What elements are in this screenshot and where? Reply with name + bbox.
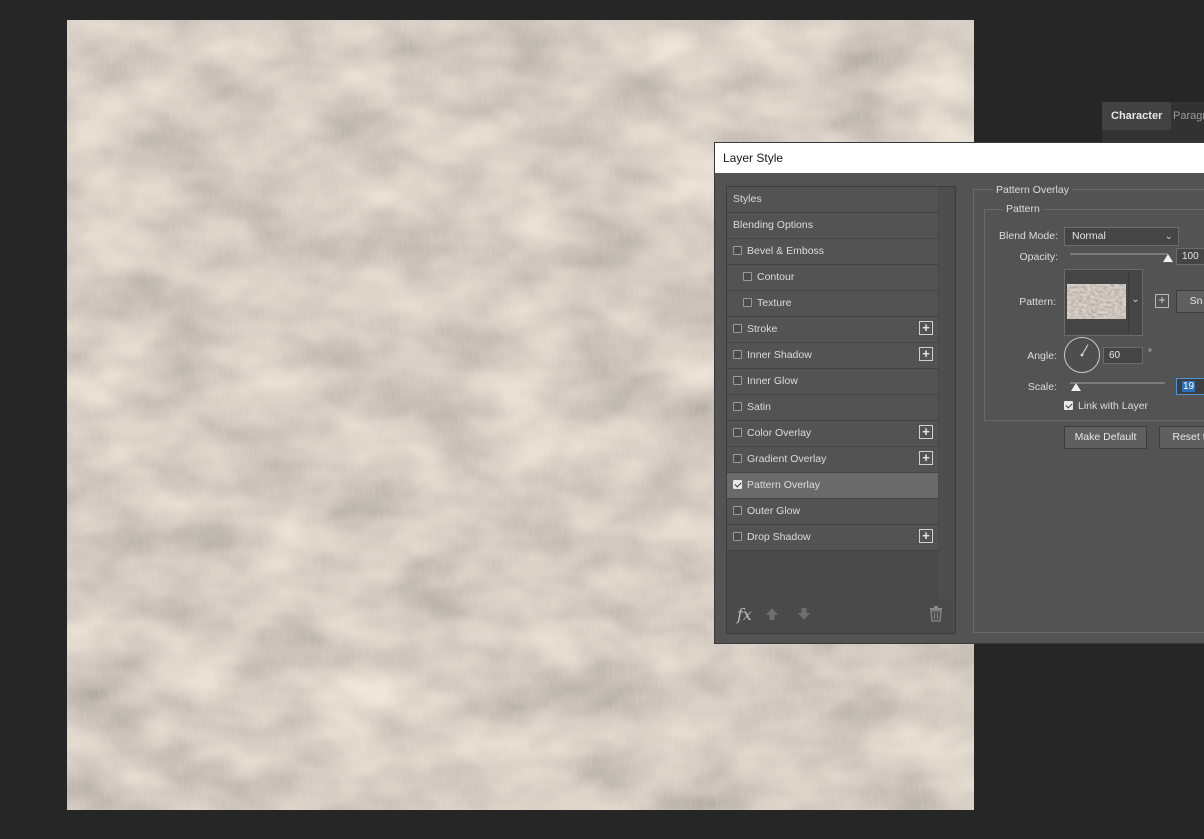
- style-checkbox[interactable]: [733, 402, 742, 411]
- style-item-color-overlay[interactable]: Color Overlay +: [727, 421, 938, 447]
- style-checkbox[interactable]: [733, 376, 742, 385]
- scale-slider-track[interactable]: [1070, 382, 1165, 384]
- style-checkbox[interactable]: [733, 454, 742, 463]
- pattern-label: Pattern:: [1019, 296, 1056, 308]
- style-item-label: Contour: [757, 271, 795, 283]
- scale-value: 19: [1182, 381, 1196, 392]
- add-effect-plus-icon[interactable]: +: [919, 347, 933, 361]
- move-up-icon[interactable]: [765, 607, 779, 621]
- angle-dial[interactable]: [1064, 337, 1100, 373]
- style-item-gradient-overlay[interactable]: Gradient Overlay +: [727, 447, 938, 473]
- pattern-dropdown-chevron-icon[interactable]: ⌄: [1128, 270, 1142, 333]
- style-checkbox[interactable]: [733, 428, 742, 437]
- add-effect-plus-icon[interactable]: +: [919, 529, 933, 543]
- add-effect-plus-icon[interactable]: +: [919, 425, 933, 439]
- style-item-texture[interactable]: Texture: [727, 291, 938, 317]
- style-item-bevel-emboss[interactable]: Bevel & Emboss: [727, 239, 938, 265]
- style-item-label: Blending Options: [733, 219, 813, 231]
- scale-input[interactable]: 19: [1176, 378, 1204, 395]
- angle-value: 60: [1109, 350, 1121, 361]
- tab-paragraph[interactable]: Paragr: [1164, 102, 1204, 130]
- move-down-icon[interactable]: [797, 607, 811, 621]
- style-checkbox[interactable]: [743, 272, 752, 281]
- style-checkbox[interactable]: [733, 324, 742, 333]
- style-item-label: Satin: [747, 401, 771, 413]
- degree-symbol: °: [1148, 348, 1152, 359]
- style-item-label: Inner Glow: [747, 375, 798, 387]
- style-item-stroke[interactable]: Stroke +: [727, 317, 938, 343]
- layer-style-dialog: Layer Style Styles Blending Options Bevel …: [714, 142, 1204, 644]
- scale-label: Scale:: [1027, 381, 1057, 393]
- style-item-label: Drop Shadow: [747, 531, 811, 543]
- add-effect-plus-icon[interactable]: +: [919, 321, 933, 335]
- pattern-overlay-group-title: Pattern Overlay: [993, 184, 1072, 196]
- chevron-down-icon: ⌄: [1164, 231, 1173, 242]
- style-item-satin[interactable]: Satin: [727, 395, 938, 421]
- opacity-slider-thumb[interactable]: [1163, 254, 1173, 262]
- snap-to-origin-button[interactable]: Sn: [1176, 290, 1204, 313]
- style-checkbox[interactable]: [733, 506, 742, 515]
- styles-list: Styles Blending Options Bevel & Emboss Cont…: [726, 186, 956, 634]
- style-item-label: Styles: [733, 193, 762, 205]
- pattern-group-title: Pattern: [1003, 203, 1043, 215]
- make-default-button[interactable]: Make Default: [1064, 426, 1147, 449]
- style-item-label: Pattern Overlay: [747, 479, 820, 491]
- trash-icon[interactable]: [929, 606, 943, 622]
- link-with-layer-label: Link with Layer: [1078, 400, 1149, 412]
- style-item-label: Bevel & Emboss: [747, 245, 825, 257]
- scale-slider-thumb[interactable]: [1070, 383, 1081, 391]
- style-checkbox[interactable]: [733, 246, 742, 255]
- opacity-label: Opacity:: [1019, 251, 1058, 263]
- create-new-preset-button[interactable]: +: [1155, 294, 1169, 308]
- opacity-value: 100: [1182, 251, 1199, 262]
- reset-to-default-button[interactable]: Reset t: [1159, 426, 1204, 449]
- style-item-label: Texture: [757, 297, 792, 309]
- style-item-label: Stroke: [747, 323, 778, 335]
- blend-mode-value: Normal: [1072, 230, 1106, 242]
- style-item-outer-glow[interactable]: Outer Glow: [727, 499, 938, 525]
- style-item-inner-shadow[interactable]: Inner Shadow +: [727, 343, 938, 369]
- style-item-label: Inner Shadow: [747, 349, 812, 361]
- style-checkbox[interactable]: [733, 532, 742, 541]
- fx-menu-button[interactable]: fx: [737, 605, 752, 624]
- link-with-layer-checkbox[interactable]: [1064, 401, 1073, 410]
- blend-mode-label: Blend Mode:: [999, 230, 1058, 242]
- pattern-picker[interactable]: ⌄: [1064, 269, 1143, 336]
- style-item-label: Outer Glow: [747, 505, 801, 517]
- style-checkbox[interactable]: [733, 350, 742, 359]
- angle-label: Angle:: [1027, 350, 1057, 362]
- style-item-contour[interactable]: Contour: [727, 265, 938, 291]
- style-item-pattern-overlay[interactable]: Pattern Overlay: [727, 473, 938, 499]
- pattern-swatch-preview: [1067, 284, 1126, 319]
- style-checkbox[interactable]: [743, 298, 752, 307]
- styles-list-scrollbar[interactable]: [939, 187, 954, 599]
- style-item-blending-options[interactable]: Blending Options: [727, 213, 938, 239]
- style-item-drop-shadow[interactable]: Drop Shadow +: [727, 525, 938, 551]
- style-checkbox[interactable]: [733, 480, 742, 489]
- add-effect-plus-icon[interactable]: +: [919, 451, 933, 465]
- style-item-label: Gradient Overlay: [747, 453, 827, 465]
- angle-dial-indicator: [1080, 344, 1089, 357]
- style-item-inner-glow[interactable]: Inner Glow: [727, 369, 938, 395]
- styles-list-footer: fx: [727, 599, 953, 632]
- style-item-label: Color Overlay: [747, 427, 812, 439]
- blend-mode-select[interactable]: Normal ⌄: [1064, 227, 1179, 246]
- dialog-title[interactable]: Layer Style: [715, 143, 1204, 173]
- character-panel: Character Paragr: [1102, 102, 1204, 142]
- style-item-styles[interactable]: Styles: [727, 187, 938, 213]
- angle-input[interactable]: 60: [1103, 347, 1143, 364]
- opacity-slider-track[interactable]: [1070, 253, 1168, 255]
- tab-character[interactable]: Character: [1102, 102, 1172, 130]
- opacity-input[interactable]: 100: [1176, 248, 1204, 265]
